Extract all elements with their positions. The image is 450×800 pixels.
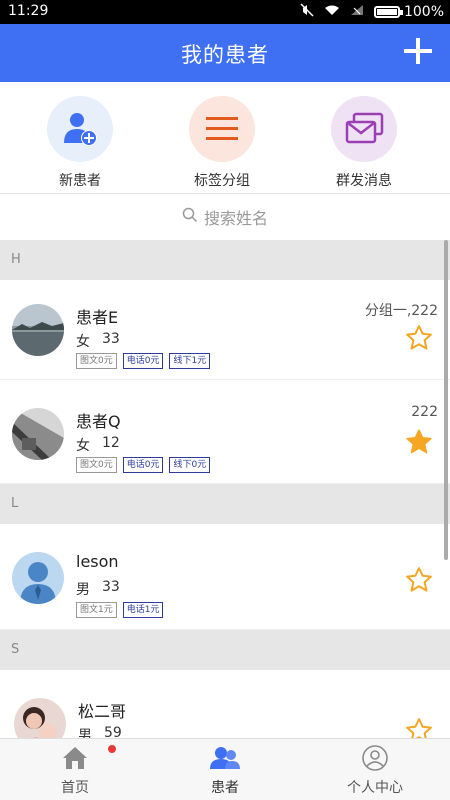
patient-row[interactable]: leson 男 33 图文1元 电话1元	[0, 524, 450, 630]
search-icon	[182, 207, 198, 227]
patient-list[interactable]: H 患者E 女 33 图文0元 电话0元 线下1元 分组一,222 患者Q 女 …	[0, 240, 450, 738]
section-header-l: L	[0, 484, 450, 524]
add-user-icon	[47, 96, 113, 162]
new-patient-button[interactable]: 新患者	[25, 96, 135, 190]
tag-text-consult: 图文0元	[76, 457, 117, 473]
tag-phone-consult: 电话0元	[122, 457, 164, 473]
nav-home-label: 首页	[61, 780, 89, 796]
avatar	[12, 408, 64, 460]
tag-offline-consult: 线下0元	[169, 457, 211, 473]
notification-badge	[108, 745, 116, 753]
patient-info: 女 12	[76, 435, 120, 455]
add-patient-button[interactable]	[400, 34, 436, 70]
mail-icon	[331, 96, 397, 162]
section-header-h: H	[0, 240, 450, 280]
patient-age: 12	[102, 435, 120, 451]
search-placeholder: 搜索姓名	[203, 209, 268, 228]
patient-gender: 男	[78, 728, 92, 738]
quick-actions: 新患者 标签分组 群发消息	[0, 82, 450, 194]
patient-gender: 女	[76, 334, 90, 350]
tag-text-consult: 图文0元	[76, 353, 117, 369]
mute-icon	[300, 3, 314, 21]
nav-profile[interactable]: 个人中心	[300, 739, 450, 800]
price-tags: 图文0元 电话0元 线下0元	[76, 457, 211, 473]
avatar	[12, 304, 64, 356]
star-outline-icon[interactable]	[404, 323, 434, 353]
patient-row[interactable]: 松二哥 男 59	[0, 670, 450, 738]
home-icon	[61, 747, 89, 775]
app-header: 我的患者	[0, 24, 450, 82]
profile-icon	[361, 745, 389, 775]
bottom-nav: 首页 患者 个人中心	[0, 738, 450, 800]
signal-icon	[350, 4, 364, 20]
patient-gender: 男	[76, 582, 90, 598]
price-tags: 图文0元 电话0元 线下1元	[76, 353, 211, 369]
patient-age: 59	[104, 725, 122, 738]
battery-percent: 100%	[403, 4, 444, 20]
avatar	[12, 552, 64, 604]
tag-phone-consult: 电话1元	[122, 602, 164, 618]
patient-info: 女 33	[76, 331, 120, 351]
list-icon	[189, 96, 255, 162]
patient-info: 男 59	[78, 725, 122, 738]
status-time: 11:29	[8, 3, 49, 19]
patient-row[interactable]: 患者Q 女 12 图文0元 电话0元 线下0元 222	[0, 380, 450, 484]
star-outline-icon[interactable]	[404, 716, 434, 738]
patients-icon	[209, 747, 241, 775]
patient-name: 患者E	[76, 308, 119, 327]
list-scrollbar[interactable]	[444, 240, 448, 560]
star-outline-icon[interactable]	[404, 565, 434, 595]
patient-age: 33	[102, 331, 120, 347]
price-tags: 图文1元 电话1元	[76, 602, 164, 618]
patient-group: 分组一,222	[364, 303, 438, 319]
new-patient-label: 新患者	[59, 173, 101, 189]
mass-message-button[interactable]: 群发消息	[309, 96, 419, 190]
patient-name: 患者Q	[76, 412, 121, 431]
tag-phone-consult: 电话0元	[122, 353, 164, 369]
page-title: 我的患者	[181, 43, 269, 67]
patient-name: leson	[76, 552, 119, 571]
patient-age: 33	[102, 579, 120, 595]
patient-gender: 女	[76, 438, 90, 454]
mass-message-label: 群发消息	[336, 173, 392, 189]
star-filled-icon[interactable]	[404, 427, 434, 457]
status-bar: 11:29 100%	[0, 0, 450, 24]
battery-icon	[373, 6, 403, 18]
nav-patients-label: 患者	[211, 780, 239, 796]
tag-text-consult: 图文1元	[76, 602, 117, 618]
patient-info: 男 33	[76, 579, 120, 599]
tag-group-label: 标签分组	[194, 173, 250, 189]
nav-patients[interactable]: 患者	[150, 739, 300, 800]
wifi-icon	[324, 4, 340, 20]
nav-profile-label: 个人中心	[347, 780, 403, 796]
patient-name: 松二哥	[78, 702, 127, 721]
battery-indicator: 100%	[373, 4, 444, 20]
patient-row[interactable]: 患者E 女 33 图文0元 电话0元 线下1元 分组一,222	[0, 280, 450, 380]
avatar	[14, 698, 66, 738]
patient-group: 222	[411, 404, 438, 420]
tag-group-button[interactable]: 标签分组	[167, 96, 277, 190]
tag-offline-consult: 线下1元	[169, 353, 211, 369]
search-bar[interactable]: 搜索姓名	[0, 194, 450, 240]
nav-home[interactable]: 首页	[0, 739, 150, 800]
section-header-s: S	[0, 630, 450, 670]
